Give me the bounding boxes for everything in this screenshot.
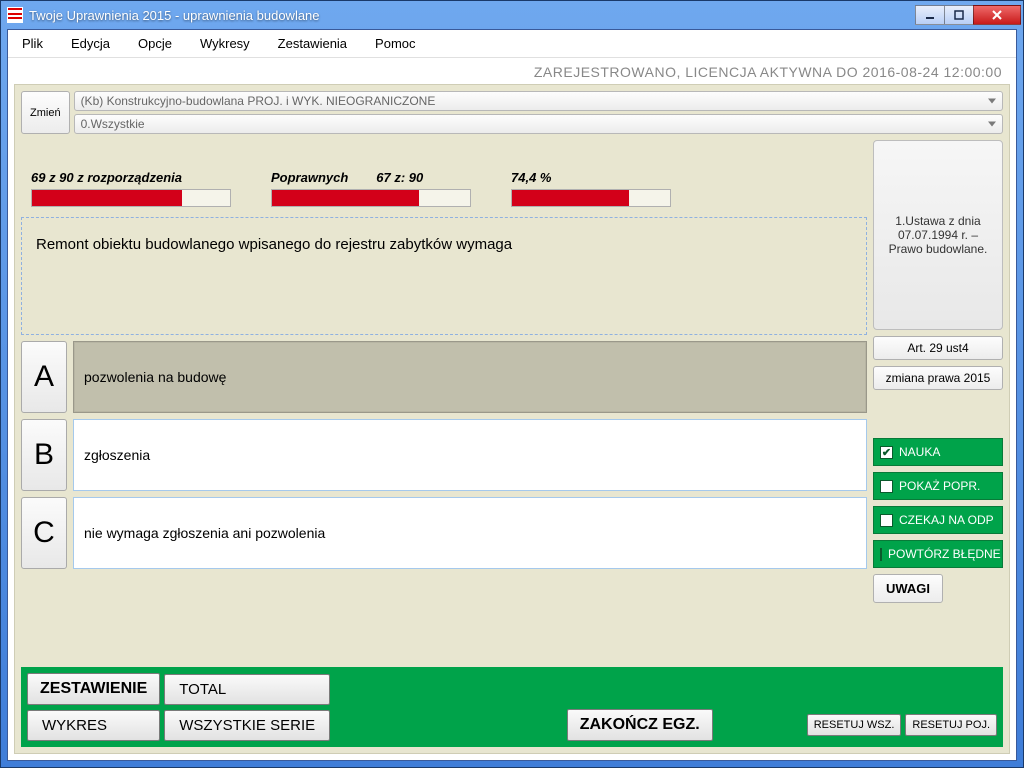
app-window: Twoje Uprawnienia 2015 - uprawnienia bud… [0, 0, 1024, 768]
maximize-button[interactable] [944, 5, 974, 25]
chevron-down-icon [988, 122, 996, 127]
checkbox-icon [880, 514, 893, 527]
checkbox-icon [880, 480, 893, 493]
total-button[interactable]: TOTAL [164, 674, 330, 705]
chevron-down-icon [988, 99, 996, 104]
close-button[interactable] [973, 5, 1021, 25]
check-powtorz-label: POWTÓRZ BŁĘDNE [888, 547, 1001, 561]
titlebar[interactable]: Twoje Uprawnienia 2015 - uprawnienia bud… [1, 1, 1023, 29]
menu-zestawienia[interactable]: Zestawienia [272, 34, 353, 53]
checkbox-icon: ✔ [880, 446, 893, 459]
progress-regulation-fill [32, 190, 182, 206]
check-czekaj-label: CZEKAJ NA ODP [899, 513, 994, 527]
answer-a-box[interactable]: pozwolenia na budowę [73, 341, 867, 413]
progress-correct-label: Poprawnych67 z: 90 [271, 170, 471, 185]
selector-toolbar: Zmień (Kb) Konstrukcyjno-budowlana PROJ.… [21, 91, 1003, 134]
checkbox-icon [880, 548, 882, 561]
menubar: Plik Edycja Opcje Wykresy Zestawienia Po… [8, 30, 1016, 58]
check-pokaz-popr[interactable]: POKAŻ POPR. [873, 472, 1003, 500]
progress-percent: 74,4 % [511, 170, 671, 207]
progress-percent-fill [512, 190, 629, 206]
answer-b-key[interactable]: B [21, 419, 67, 491]
menu-pomoc[interactable]: Pomoc [369, 34, 421, 53]
progress-correct: Poprawnych67 z: 90 [271, 170, 471, 207]
check-nauka[interactable]: ✔ NAUKA [873, 438, 1003, 466]
menu-edycja[interactable]: Edycja [65, 34, 116, 53]
check-pokaz-label: POKAŻ POPR. [899, 479, 980, 493]
check-czekaj[interactable]: CZEKAJ NA ODP [873, 506, 1003, 534]
app-icon [7, 7, 23, 23]
question-text: Remont obiektu budowlanego wpisanego do … [21, 217, 867, 335]
wszystkie-serie-button[interactable]: WSZYSTKIE SERIE [164, 710, 330, 741]
menu-opcje[interactable]: Opcje [132, 34, 178, 53]
answer-c-text: nie wymaga zgłoszenia ani pozwolenia [84, 525, 325, 541]
minimize-button[interactable] [915, 5, 945, 25]
check-powtorz[interactable]: POWTÓRZ BŁĘDNE [873, 540, 1003, 568]
resetuj-wsz-button[interactable]: RESETUJ WSZ. [807, 714, 902, 736]
zestawienie-button[interactable]: ZESTAWIENIE [27, 673, 160, 705]
window-controls [916, 5, 1021, 25]
menu-wykresy[interactable]: Wykresy [194, 34, 256, 53]
answer-a-row: A pozwolenia na budowę [21, 341, 867, 413]
law-change-button[interactable]: zmiana prawa 2015 [873, 366, 1003, 390]
answer-c-key[interactable]: C [21, 497, 67, 569]
client-area: Plik Edycja Opcje Wykresy Zestawienia Po… [7, 29, 1017, 761]
filter-dropdown-value: 0.Wszystkie [81, 117, 145, 131]
wykres-button[interactable]: WYKRES [27, 710, 160, 741]
side-column: 1.Ustawa z dnia 07.07.1994 r. – Prawo bu… [873, 140, 1003, 661]
answer-a-text: pozwolenia na budowę [84, 369, 226, 385]
progress-correct-fill [272, 190, 419, 206]
menu-plik[interactable]: Plik [16, 34, 49, 53]
answer-c-box[interactable]: nie wymaga zgłoszenia ani pozwolenia [73, 497, 867, 569]
category-dropdown-value: (Kb) Konstrukcyjno-budowlana PROJ. i WYK… [81, 94, 436, 108]
progress-regulation-label: 69 z 90 z rozporządzenia [31, 170, 231, 185]
answer-b-box[interactable]: zgłoszenia [73, 419, 867, 491]
check-nauka-label: NAUKA [899, 445, 940, 459]
resetuj-poj-button[interactable]: RESETUJ POJ. [905, 714, 997, 736]
progress-percent-label: 74,4 % [511, 170, 671, 185]
progress-row: 69 z 90 z rozporządzenia Poprawnych67 z:… [21, 140, 867, 211]
zakoncz-egz-button[interactable]: ZAKOŃCZ EGZ. [567, 709, 713, 741]
answer-a-key[interactable]: A [21, 341, 67, 413]
law-reference: 1.Ustawa z dnia 07.07.1994 r. – Prawo bu… [873, 140, 1003, 330]
progress-regulation: 69 z 90 z rozporządzenia [31, 170, 231, 207]
filter-dropdown[interactable]: 0.Wszystkie [74, 114, 1003, 134]
answer-b-text: zgłoszenia [84, 447, 150, 463]
change-button[interactable]: Zmień [21, 91, 70, 134]
uwagi-button[interactable]: UWAGI [873, 574, 943, 603]
footer-bar: ZESTAWIENIE TOTAL WYKRES WSZYSTKIE SERIE… [21, 667, 1003, 747]
main-panel: Zmień (Kb) Konstrukcyjno-budowlana PROJ.… [14, 84, 1010, 754]
answer-c-row: C nie wymaga zgłoszenia ani pozwolenia [21, 497, 867, 569]
category-dropdown[interactable]: (Kb) Konstrukcyjno-budowlana PROJ. i WYK… [74, 91, 1003, 111]
window-title: Twoje Uprawnienia 2015 - uprawnienia bud… [29, 8, 916, 23]
article-button[interactable]: Art. 29 ust4 [873, 336, 1003, 360]
answer-b-row: B zgłoszenia [21, 419, 867, 491]
license-status: ZAREJESTROWANO, LICENCJA AKTYWNA DO 2016… [8, 58, 1016, 84]
